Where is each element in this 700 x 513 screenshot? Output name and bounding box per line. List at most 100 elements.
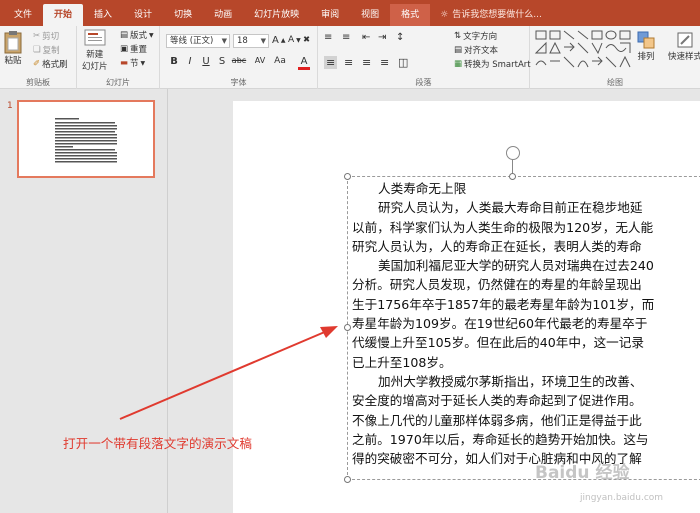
group-label-paragraph: 段落	[415, 78, 432, 87]
slide-thumbnail[interactable]	[17, 100, 155, 178]
group-label-slides: 幻灯片	[106, 78, 130, 87]
group-drawing: 排列 快速样式 绘图	[530, 26, 700, 89]
justify-button[interactable]: ≡	[380, 56, 389, 69]
new-slide-button[interactable]: 新建 幻灯片	[82, 28, 108, 72]
tab-1[interactable]: 开始	[43, 4, 84, 26]
resize-handle[interactable]	[344, 476, 351, 483]
tab-3[interactable]: 设计	[123, 4, 163, 26]
chevron-down-icon: ▼	[140, 59, 146, 67]
tab-6[interactable]: 幻灯片放映	[243, 4, 310, 26]
body-line: 研究人员认为，人类最大寿命目前正在稳步地延	[378, 200, 643, 216]
group-label-drawing: 绘图	[607, 78, 623, 87]
quick-styles-icon	[677, 32, 693, 48]
thumbnail-text-preview	[55, 118, 117, 163]
body-line: 代缓慢上升至105岁。但在此后的40年中，这一记录	[352, 335, 644, 351]
body-line: 加州大学教授威尔茅斯指出，环境卫生的改善、	[378, 373, 643, 389]
font-family-dropdown[interactable]: 等线 (正文) ▼	[166, 34, 230, 48]
change-case-button[interactable]: Aa	[272, 56, 288, 66]
group-label-font: 字体	[230, 78, 247, 87]
tab-4[interactable]: 切换	[163, 4, 203, 26]
slide-body-text[interactable]: 人类寿命无上限 研究人员认为，人类最大寿命目前正在稳步地延以前，科学家们认为人类…	[352, 179, 700, 468]
text-direction-icon: ⇅	[454, 31, 462, 41]
group-label-clipboard: 剪贴板	[26, 78, 50, 87]
slide-title: 人类寿命无上限	[378, 181, 467, 196]
body-line: 安全度的增高对于延长人类的寿命起到了促进作用。	[352, 393, 642, 409]
columns-button[interactable]: ◫	[398, 56, 408, 69]
tab-8[interactable]: 视图	[350, 4, 390, 26]
body-line: 研究人员认为，人的寿命正在延长，表明人类的寿命	[352, 238, 642, 254]
slide[interactable]: 人类寿命无上限 研究人员认为，人类最大寿命目前正在稳步地延以前，科学家们认为人类…	[233, 101, 700, 513]
italic-button[interactable]: I	[184, 56, 196, 67]
tab-9[interactable]: 格式	[390, 4, 431, 26]
align-left-button[interactable]: ≡	[324, 56, 338, 69]
decrease-indent-button[interactable]: ⇤	[362, 32, 370, 43]
align-center-button[interactable]: ≡	[344, 56, 353, 69]
chevron-down-icon: ▼	[149, 31, 154, 39]
increase-indent-button[interactable]: ⇥	[378, 32, 386, 43]
body-line: 以前，科学家们认为人类生命的极限为120岁，无人能	[352, 219, 654, 235]
cut-button[interactable]: ✂ 剪切	[33, 30, 59, 42]
tab-7[interactable]: 审阅	[310, 4, 350, 26]
brush-icon: ✐	[33, 59, 41, 69]
smartart-button[interactable]: ▦ 转换为 SmartArt	[454, 58, 531, 70]
new-slide-icon	[84, 29, 106, 46]
strikethrough-button[interactable]: abc	[230, 56, 248, 65]
rotate-handle-icon[interactable]	[506, 146, 520, 160]
char-spacing-button[interactable]: AV	[252, 56, 268, 65]
lightbulb-icon: ☼	[440, 10, 449, 20]
resize-handle[interactable]	[344, 324, 351, 331]
body-line: 美国加利福尼亚大学的研究人员对瑞典在过去240	[378, 258, 654, 274]
arrange-button[interactable]: 排列	[636, 30, 656, 62]
tab-2[interactable]: 插入	[83, 4, 123, 26]
copy-icon: ❏	[33, 45, 41, 55]
shapes-gallery[interactable]	[534, 29, 632, 73]
tab-0[interactable]: 文件	[3, 4, 43, 26]
resize-handle[interactable]	[344, 173, 351, 180]
format-painter-button[interactable]: ✐ 格式刷	[33, 58, 68, 70]
numbering-button[interactable]: ≡	[342, 32, 350, 43]
shadow-button[interactable]: S	[216, 56, 228, 67]
chevron-down-icon: ▼	[221, 37, 227, 45]
reset-icon: ▣	[120, 44, 129, 54]
section-icon: ▬	[120, 58, 129, 68]
annotation-text: 打开一个带有段落文字的演示文稿	[63, 436, 252, 451]
reset-button[interactable]: ▣ 重置	[120, 43, 147, 55]
body-line: 已上升至108岁。	[352, 354, 452, 370]
tell-me-box[interactable]: ☼ 告诉我您想要做什么...	[440, 4, 542, 26]
chevron-down-icon: ▼	[260, 37, 266, 45]
body-line: 不像上几代的儿童那样体弱多病，他们正是得益于此	[352, 412, 642, 428]
layout-icon: ▤	[120, 30, 129, 40]
body-line: 生于1756年卒于1857年的最老寿星年龄为101岁，而	[352, 296, 655, 312]
tab-5[interactable]: 动画	[203, 4, 243, 26]
copy-button[interactable]: ❏ 复制	[33, 44, 60, 56]
group-slides: 新建 幻灯片 ▤ 版式 ▼ ▣ 重置 ▬ 节 ▼ 幻灯片	[77, 26, 160, 89]
align-text-icon: ▤	[454, 45, 463, 55]
smartart-icon: ▦	[454, 59, 463, 69]
ribbon-tab-bar: 文件 开始 插入 设计 切换 动画 幻灯片放映 审阅 视图 格式 ☼ 告诉我您想要做什么...	[0, 0, 700, 26]
align-text-button[interactable]: ▤ 对齐文本	[454, 44, 498, 56]
bullets-button[interactable]: ≡	[324, 32, 332, 43]
clipboard-icon	[4, 31, 22, 54]
body-line: 寿星年龄为109岁。在19世纪60年代最老的寿星卒于	[352, 316, 648, 332]
underline-button[interactable]: U	[200, 56, 212, 67]
ribbon: 粘贴 ✂ 剪切 ❏ 复制 ✐ 格式刷 剪贴板 新建 幻灯片 ▤ 版式 ▼ ▣ 重置 ▬ 节 ▼ …	[0, 26, 700, 89]
layout-button[interactable]: ▤ 版式 ▼	[120, 29, 154, 41]
align-right-button[interactable]: ≡	[362, 56, 371, 69]
grow-font-button[interactable]: A ▲	[272, 35, 285, 46]
bold-button[interactable]: B	[168, 56, 180, 67]
section-button[interactable]: ▬ 节 ▼	[120, 57, 145, 69]
font-size-dropdown[interactable]: 18 ▼	[233, 34, 269, 48]
shrink-font-button[interactable]: A ▼	[288, 35, 301, 45]
quick-styles-button[interactable]: 快速样式	[668, 30, 700, 62]
body-line: 分析。研究人员发现，仍然健在的寿星的年龄呈现出	[352, 277, 642, 293]
line-spacing-button[interactable]: ↕	[396, 32, 404, 43]
body-line: 之前。1970年以后，寿命延长的趋势开始加快。这与	[352, 431, 649, 447]
watermark: Baidu 经验	[535, 463, 630, 483]
arrange-icon	[637, 31, 655, 49]
slide-number: 1	[7, 101, 13, 111]
clear-format-icon[interactable]: ✖	[303, 35, 310, 45]
text-direction-button[interactable]: ⇅ 文字方向	[454, 30, 497, 42]
font-color-button[interactable]: A	[298, 56, 310, 70]
group-font: 等线 (正文) ▼ 18 ▼ A ▲ A ▼ ✖ B I U S abc AV Aa A…	[160, 26, 318, 89]
paste-button[interactable]: 粘贴	[3, 30, 23, 66]
